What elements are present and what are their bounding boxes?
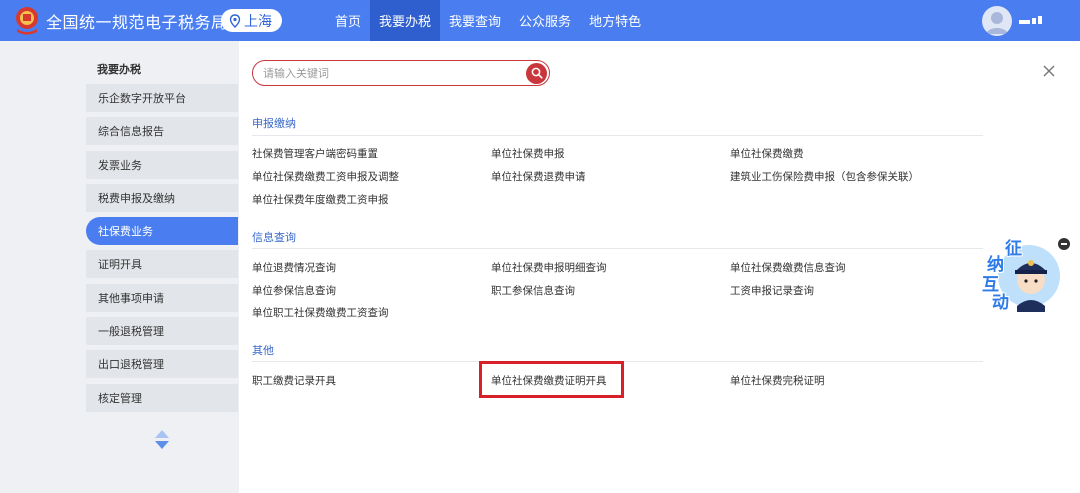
nav-home[interactable]: 首页 [326,0,370,41]
link-payment-info-query[interactable]: 单位社保费缴费信息查询 [730,260,846,275]
sidebar-title: 我要办税 [97,63,141,76]
link-construction-injury-insurance[interactable]: 建筑业工伤保险费申报（包含参保关联） [730,169,919,184]
main-nav: 首页 我要办税 我要查询 公众服务 地方特色 [326,0,650,41]
section-title-info-query: 信息查询 [252,231,296,244]
sidebar-item-tax-declaration[interactable]: 税费申报及缴纳 [86,183,238,212]
user-avatar[interactable] [982,6,1012,36]
location-pin-icon [229,13,241,28]
search-input[interactable] [263,64,513,82]
search-bar [252,60,550,86]
sidebar-menu: 乐企数字开放平台 综合信息报告 发票业务 税费申报及缴纳 社保费业务 证明开具 … [86,84,238,417]
sidebar-item-info-report[interactable]: 综合信息报告 [86,117,238,146]
sidebar-item-social-insurance[interactable]: 社保费业务 [86,217,238,246]
menu-icon[interactable] [1019,14,1043,28]
region-selector[interactable]: 上海 [221,9,282,32]
link-annual-wage-declaration[interactable]: 单位社保费年度缴费工资申报 [252,192,389,207]
region-label: 上海 [244,13,272,30]
section-title-other: 其他 [252,344,274,357]
link-wage-record-query[interactable]: 工资申报记录查询 [730,283,814,298]
link-declaration-detail-query[interactable]: 单位社保费申报明细查询 [491,260,607,275]
sidebar-item-invoice[interactable]: 发票业务 [86,150,238,179]
sidebar-item-export-refund[interactable]: 出口退税管理 [86,350,238,379]
sidebar-item-refund[interactable]: 一般退税管理 [86,317,238,346]
section-title-declaration: 申报缴纳 [252,117,296,130]
search-button[interactable] [526,62,547,84]
section-divider [252,135,983,136]
nav-tax-handling[interactable]: 我要办税 [370,0,441,41]
link-wage-declaration-adjust[interactable]: 单位社保费缴费工资申报及调整 [252,169,399,184]
link-employee-wage-query[interactable]: 单位职工社保费缴费工资查询 [252,305,389,320]
assistant-close-button[interactable] [1058,238,1070,250]
sidebar-item-leqi-platform[interactable]: 乐企数字开放平台 [86,84,238,112]
link-employee-payment-record[interactable]: 职工缴费记录开具 [252,373,336,388]
link-employee-enrollment-query[interactable]: 职工参保信息查询 [491,283,575,298]
link-refund-request[interactable]: 单位社保费退费申请 [491,169,586,184]
sidebar-item-certificate[interactable]: 证明开具 [86,250,238,279]
user-icon [986,12,1008,34]
main-panel: 申报缴纳 社保费管理客户端密码重置 单位社保费申报 单位社保费缴费 单位社保费缴… [239,41,1080,493]
close-icon[interactable] [1042,64,1056,78]
highlight-box [479,361,624,398]
sidebar: 我要办税 乐企数字开放平台 综合信息报告 发票业务 税费申报及缴纳 社保费业务 … [0,41,239,493]
top-header: 全国统一规范电子税务局 上海 首页 我要办税 我要查询 公众服务 地方特色 [0,0,1080,41]
link-refund-status-query[interactable]: 单位退费情况查询 [252,260,336,275]
link-unit-declaration[interactable]: 单位社保费申报 [491,146,565,161]
link-client-password-reset[interactable]: 社保费管理客户端密码重置 [252,146,378,161]
search-icon [531,67,543,79]
sidebar-item-other-requests[interactable]: 其他事项申请 [86,283,238,312]
nav-query[interactable]: 我要查询 [440,0,510,41]
tax-emblem-icon [16,7,38,35]
link-unit-enrollment-query[interactable]: 单位参保信息查询 [252,283,336,298]
nav-local-features[interactable]: 地方特色 [580,0,650,41]
link-unit-payment[interactable]: 单位社保费缴费 [730,146,804,161]
assistant-char: 征 [1005,239,1022,259]
section-divider [252,248,983,249]
site-title[interactable]: 全国统一规范电子税务局 [46,9,228,33]
interaction-assistant[interactable]: 征 纳 互 动 [981,236,1061,316]
nav-public-service[interactable]: 公众服务 [510,0,580,41]
scroll-arrows-icon[interactable] [154,429,170,451]
link-tax-clearance-certificate[interactable]: 单位社保费完税证明 [730,373,825,388]
sidebar-item-assessment[interactable]: 核定管理 [86,383,238,412]
assistant-char: 动 [992,293,1009,313]
